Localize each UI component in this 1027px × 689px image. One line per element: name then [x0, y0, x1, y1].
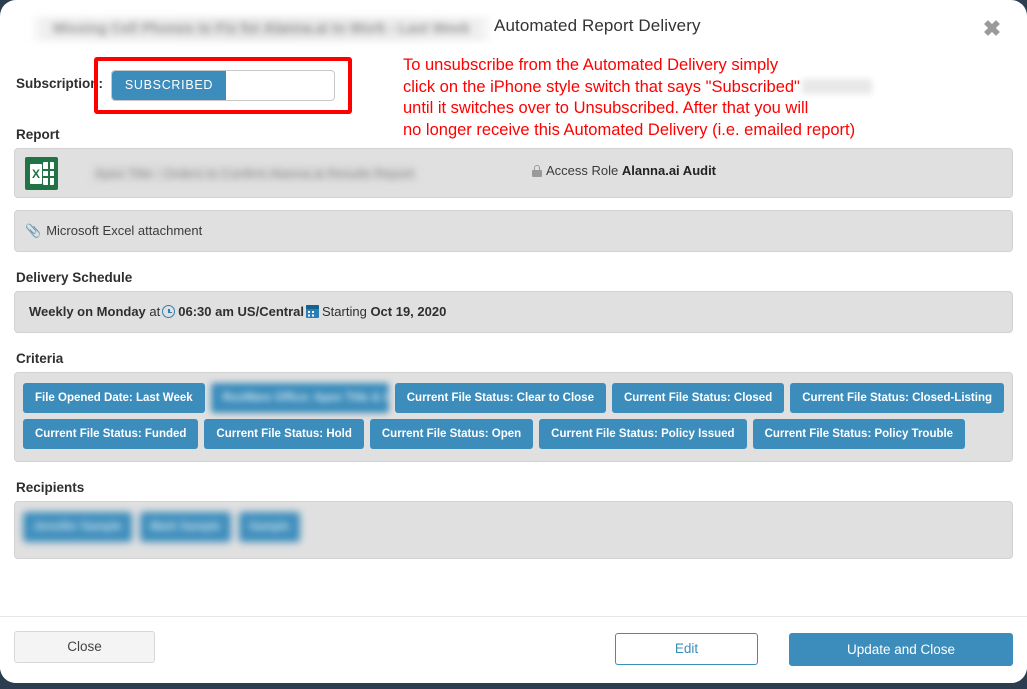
criteria-panel: File Opened Date: Last Week ResWare Offi…	[14, 372, 1013, 462]
redacted-smear	[801, 78, 872, 94]
subscription-row: Subscription: SUBSCRIBED To unsubscribe …	[14, 55, 1013, 139]
recipients-section-label: Recipients	[16, 480, 85, 495]
excel-icon: X	[25, 157, 58, 190]
update-and-close-button[interactable]: Update and Close	[789, 633, 1013, 666]
clock-icon	[162, 305, 176, 318]
criteria-row: File Opened Date: Last Week ResWare Offi…	[23, 383, 1004, 413]
access-role-value: Alanna.ai Audit	[621, 163, 717, 178]
criteria-tag[interactable]: Current File Status: Closed-Listing	[790, 383, 1004, 413]
access-role-label: Access Role	[546, 163, 619, 178]
attachment-panel: 📎 Microsoft Excel attachment	[14, 210, 1013, 252]
recipient-chip[interactable]: Sample	[238, 512, 300, 542]
criteria-tag[interactable]: ResWare Office: Apex Title & Closing Ser…	[210, 383, 389, 413]
subscription-label: Subscription:	[16, 76, 103, 91]
attachment-label: Microsoft Excel attachment	[46, 223, 203, 238]
redacted-page-title: Missing Cell Phones to Fix for Alanna.ai…	[29, 17, 494, 41]
delivery-schedule-panel: Weekly on Monday at 06:30 am US/Central St…	[14, 291, 1013, 333]
criteria-tag[interactable]: File Opened Date: Last Week	[23, 383, 205, 413]
report-panel: X Apex Title - Orders to Confirm Alanna.…	[14, 148, 1013, 198]
recipient-chip[interactable]: Jennifer Sample	[23, 512, 132, 542]
schedule-start-date: Oct 19, 2020	[370, 304, 447, 319]
automated-report-delivery-modal: Missing Cell Phones to Fix for Alanna.ai…	[0, 0, 1027, 683]
criteria-tag[interactable]: Current File Status: Funded	[23, 419, 199, 449]
excel-icon-grid	[43, 162, 54, 185]
report-title: Apex Title - Orders to Confirm Alanna.ai…	[92, 165, 417, 182]
criteria-tag[interactable]: Current File Status: Clear to Close	[394, 383, 606, 413]
criteria-tag[interactable]: Current File Status: Policy Trouble	[752, 419, 966, 449]
criteria-row: Current File Status: Funded Current File…	[23, 419, 1004, 449]
schedule-time: 06:30 am US/Central	[178, 304, 304, 319]
modal-header: Missing Cell Phones to Fix for Alanna.ai…	[0, 0, 1027, 55]
delivery-schedule-row: Weekly on Monday at 06:30 am US/Central St…	[29, 304, 446, 319]
unsubscribe-annotation-text: To unsubscribe from the Automated Delive…	[403, 55, 872, 141]
criteria-section-label: Criteria	[16, 351, 64, 366]
modal-body: Subscription: SUBSCRIBED To unsubscribe …	[0, 55, 1027, 559]
edit-button[interactable]: Edit	[615, 633, 758, 665]
criteria-tag[interactable]: Current File Status: Hold	[204, 419, 364, 449]
paperclip-icon: 📎	[25, 223, 42, 238]
attachment-row: 📎 Microsoft Excel attachment	[25, 223, 202, 239]
calendar-icon	[306, 305, 319, 318]
criteria-tag[interactable]: Current File Status: Closed	[611, 383, 785, 413]
close-icon[interactable]: ✖	[980, 17, 1004, 41]
recipients-list: Jennifer Sample Mark Sample Sample	[23, 512, 1004, 542]
close-button[interactable]: Close	[14, 631, 155, 663]
schedule-at-word: at	[149, 304, 161, 319]
criteria-tag[interactable]: Current File Status: Policy Issued	[539, 419, 747, 449]
subscription-toggle-switch[interactable]: SUBSCRIBED	[111, 70, 335, 101]
delivery-schedule-section-label: Delivery Schedule	[16, 270, 133, 285]
lock-icon	[532, 165, 542, 177]
modal-footer: Close Edit Update and Close	[0, 616, 1027, 683]
criteria-tag[interactable]: Current File Status: Open	[369, 419, 534, 449]
schedule-frequency: Weekly on Monday	[29, 304, 146, 319]
schedule-starting-word: Starting	[322, 304, 367, 319]
access-role: Access Role Alanna.ai Audit	[532, 163, 716, 178]
excel-icon-letter: X	[30, 164, 42, 184]
recipients-panel: Jennifer Sample Mark Sample Sample	[14, 501, 1013, 559]
recipient-chip[interactable]: Mark Sample	[139, 512, 231, 542]
modal-title: Automated Report Delivery	[494, 16, 701, 35]
subscription-toggle-knob[interactable]: SUBSCRIBED	[112, 71, 226, 100]
